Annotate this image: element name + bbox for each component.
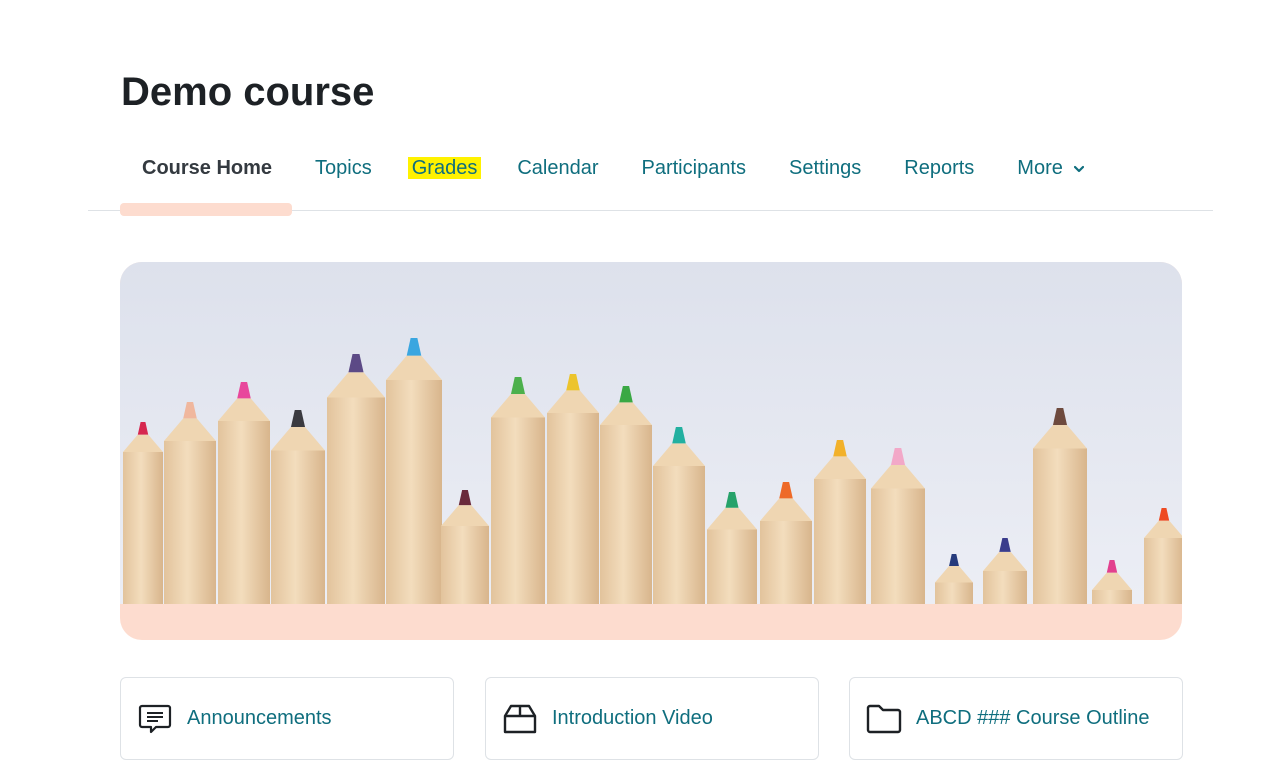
pencil-body (983, 571, 1027, 604)
pencil-body (1033, 448, 1087, 604)
pencil-body (871, 488, 925, 604)
pencil-body (327, 397, 385, 604)
pencil-body (935, 582, 973, 604)
tab-reports[interactable]: Reports (904, 150, 974, 186)
tab-calendar[interactable]: Calendar (517, 150, 598, 186)
package-icon (502, 701, 538, 737)
tab-participants[interactable]: Participants (642, 150, 747, 186)
tab-grades[interactable]: Grades (407, 150, 482, 186)
activity-cards: Announcements Introduction Video ABCD ##… (120, 677, 1183, 760)
pencil-body (547, 413, 599, 604)
pencil-body (814, 479, 866, 604)
forum-icon (137, 701, 173, 737)
card-course-outline[interactable]: ABCD ### Course Outline (849, 677, 1183, 760)
tab-course-home[interactable]: Course Home (142, 150, 272, 186)
tab-more[interactable]: More (1017, 150, 1085, 186)
page-title: Demo course (121, 70, 375, 114)
card-introduction-video-label: Introduction Video (552, 707, 713, 729)
tab-grades-label: Grades (407, 157, 482, 179)
pencil-body (1144, 538, 1182, 604)
tab-more-label: More (1017, 157, 1063, 179)
tab-topics[interactable]: Topics (315, 150, 372, 186)
pencil-body (600, 425, 652, 604)
pencil-body (707, 529, 757, 604)
pencil-body (164, 441, 216, 604)
pencil-body (491, 417, 545, 604)
pencil-body (760, 521, 812, 604)
colored-pencils-image (120, 262, 1182, 604)
folder-icon (866, 701, 902, 737)
card-announcements-label: Announcements (187, 707, 332, 729)
pencil-body (123, 452, 163, 604)
active-tab-indicator (120, 203, 292, 216)
pencil-body (271, 450, 325, 604)
tab-settings[interactable]: Settings (789, 150, 861, 186)
course-banner (120, 262, 1182, 640)
card-introduction-video[interactable]: Introduction Video (485, 677, 819, 760)
pencil-body (441, 526, 489, 604)
card-course-outline-label: ABCD ### Course Outline (916, 707, 1150, 729)
pencil-body (653, 466, 705, 604)
chevron-down-icon (1074, 165, 1085, 172)
course-navigation: Course Home Topics Grades Calendar Parti… (120, 150, 1085, 186)
pencil-body (1092, 590, 1132, 604)
pencil-body (218, 421, 270, 604)
card-announcements[interactable]: Announcements (120, 677, 454, 760)
pencil-body (386, 380, 442, 604)
